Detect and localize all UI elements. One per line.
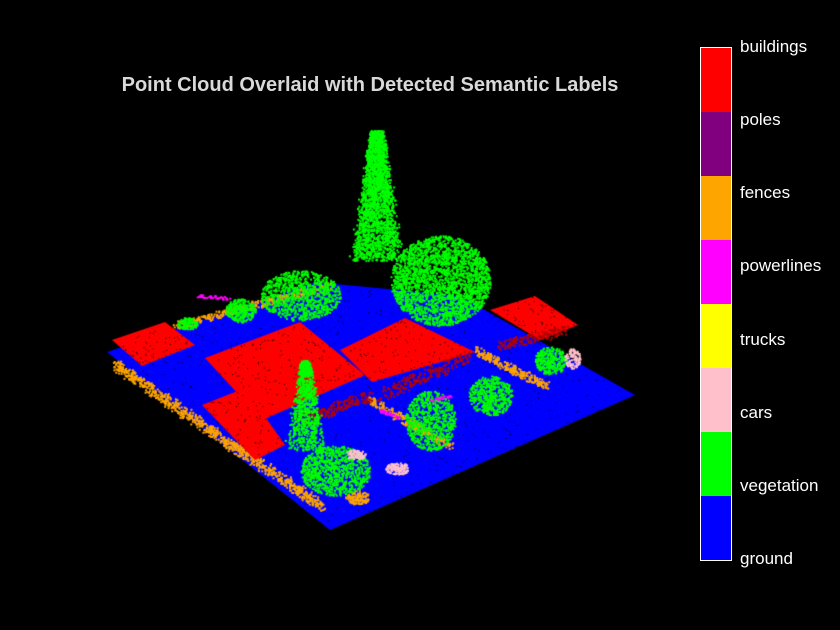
colorbar-label-cars: cars [740, 402, 773, 422]
colorbar-segment-buildings [701, 48, 731, 112]
colorbar-label-trucks: trucks [740, 329, 786, 349]
colorbar-segment-powerlines [701, 240, 731, 304]
colorbar-label-poles: poles [740, 110, 781, 130]
colorbar-label-ground: ground [740, 549, 793, 568]
colorbar-segment-ground [701, 496, 731, 560]
colorbar-label-buildings: buildings [740, 37, 808, 56]
colorbar-segment-fences [701, 176, 731, 240]
colorbar-segment-cars [701, 368, 731, 432]
colorbar-label-fences: fences [740, 183, 791, 203]
colorbar-segment-poles [701, 112, 731, 176]
plot-title: Point Cloud Overlaid with Detected Seman… [121, 74, 619, 96]
colorbar-segment-vegetation [701, 432, 731, 496]
colorbar [700, 47, 732, 561]
figure: Point Cloud Overlaid with Detected Seman… [0, 0, 840, 630]
colorbar-segment-trucks [701, 304, 731, 368]
colorbar-label-vegetation: vegetation [740, 475, 819, 495]
colorbar-label-powerlines: powerlines [740, 256, 822, 276]
